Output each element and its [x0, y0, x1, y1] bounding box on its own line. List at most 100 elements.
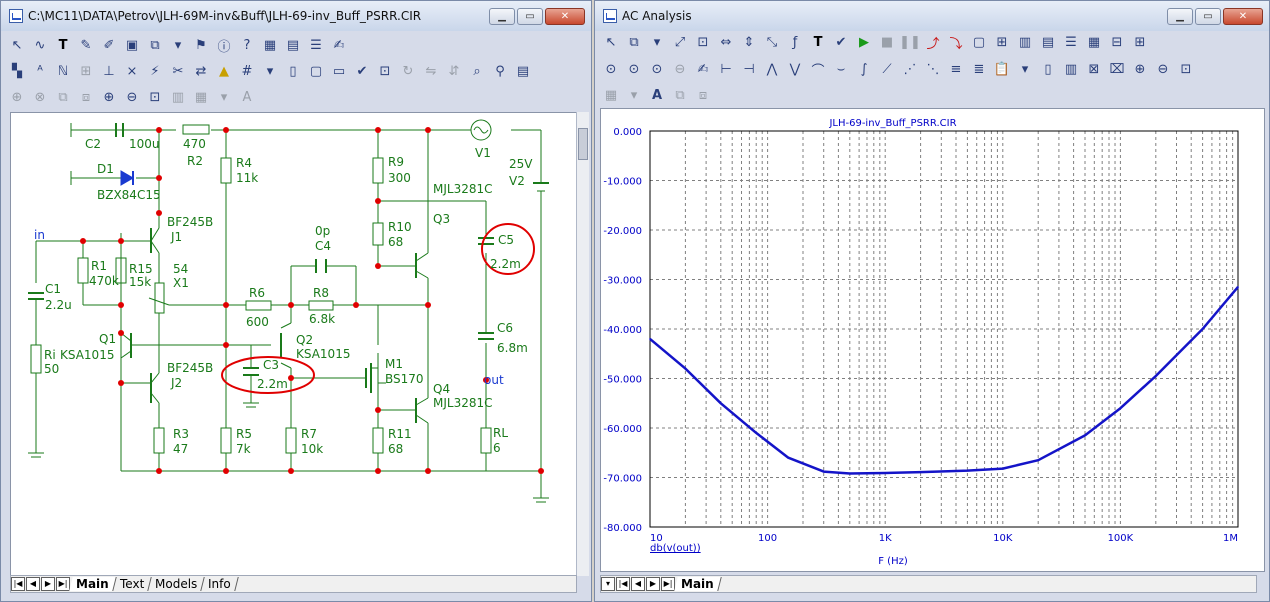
- zoom-2-icon[interactable]: ⊙: [624, 59, 644, 79]
- measure-icon[interactable]: ⊠: [1084, 59, 1104, 79]
- zoom-1-icon[interactable]: ⊙: [601, 59, 621, 79]
- paste-icon[interactable]: ⧈: [693, 85, 713, 105]
- clipboard-icon[interactable]: 📋: [992, 59, 1012, 79]
- last-page-button[interactable]: ▶|: [56, 577, 70, 591]
- scrollbar-thumb[interactable]: [578, 128, 588, 160]
- title-block-icon[interactable]: ▭: [329, 61, 349, 81]
- zoom-box-icon[interactable]: ⊡: [693, 32, 713, 52]
- table-4-icon[interactable]: ▦: [1084, 32, 1104, 52]
- top-icon[interactable]: ≡: [946, 59, 966, 79]
- expand-y-icon[interactable]: ⇕: [739, 32, 759, 52]
- node-voltage-icon[interactable]: ⇄: [191, 61, 211, 81]
- dropdown-icon[interactable]: ▾: [168, 35, 188, 55]
- first-page-button[interactable]: |◀: [11, 577, 25, 591]
- help-icon[interactable]: ?: [237, 35, 257, 55]
- zoom-in-icon[interactable]: ⊕: [1130, 59, 1150, 79]
- table-3-icon[interactable]: ☰: [1061, 32, 1081, 52]
- grid-icon[interactable]: ▦: [191, 87, 211, 107]
- properties-icon[interactable]: ✔: [831, 32, 851, 52]
- series-legend-label[interactable]: db(v(out)): [650, 543, 701, 554]
- grid-snap-icon[interactable]: ⊞: [76, 61, 96, 81]
- net-names-icon[interactable]: ℕ: [53, 61, 73, 81]
- scale-icon[interactable]: ⤢: [670, 32, 690, 52]
- brush-icon[interactable]: ✐: [99, 35, 119, 55]
- rotate-icon[interactable]: ↻: [398, 61, 418, 81]
- wire-icon[interactable]: ∿: [30, 35, 50, 55]
- dropdown-icon[interactable]: ▾: [1015, 59, 1035, 79]
- box-icon[interactable]: ▢: [969, 32, 989, 52]
- list-icon[interactable]: ☰: [306, 35, 326, 55]
- panel-icon[interactable]: ▯: [1038, 59, 1058, 79]
- next-page-button[interactable]: ▶: [646, 577, 660, 591]
- select-arrow-icon[interactable]: ↖: [601, 32, 621, 52]
- minimize-button[interactable]: ▁: [1167, 8, 1193, 25]
- grid-icon[interactable]: ▦: [601, 85, 621, 105]
- measure-2-icon[interactable]: ⌧: [1107, 59, 1127, 79]
- grid-box-icon[interactable]: ⊞: [992, 32, 1012, 52]
- dropdown-icon[interactable]: ▾: [647, 32, 667, 52]
- network-icon[interactable]: ▦: [260, 35, 280, 55]
- slope-icon[interactable]: ⟋: [877, 59, 897, 79]
- zoom-in-icon[interactable]: ⊕: [99, 87, 119, 107]
- bottom-icon[interactable]: ≣: [969, 59, 989, 79]
- pause-icon[interactable]: ❚❚: [899, 32, 921, 52]
- cursor-peak-icon[interactable]: ⤴: [923, 32, 943, 52]
- dropdown-icon[interactable]: ▾: [624, 85, 644, 105]
- dropdown-icon[interactable]: ▾: [214, 87, 234, 107]
- zoom-out-icon[interactable]: ⊖: [122, 87, 142, 107]
- maximize-button[interactable]: ▭: [517, 8, 543, 25]
- fit-icon[interactable]: ⤡: [762, 32, 782, 52]
- run-icon[interactable]: ▶: [854, 32, 874, 52]
- find-icon[interactable]: ⌕: [467, 61, 487, 81]
- zoom-3-icon[interactable]: ⊙: [647, 59, 667, 79]
- x-circle-icon[interactable]: ⊗: [30, 87, 50, 107]
- peak-icon[interactable]: ⋀: [762, 59, 782, 79]
- cursor-right-icon[interactable]: ⊣: [739, 59, 759, 79]
- print-icon[interactable]: ▥: [1061, 59, 1081, 79]
- group-icon[interactable]: ⊡: [375, 61, 395, 81]
- formula-icon[interactable]: ƒ: [785, 32, 805, 52]
- valley-icon[interactable]: ⋁: [785, 59, 805, 79]
- info-icon[interactable]: ⓘ: [214, 35, 234, 55]
- split-h-icon[interactable]: ⊟: [1107, 32, 1127, 52]
- flip-icon[interactable]: ⇋: [421, 61, 441, 81]
- copy-icon[interactable]: ⧉: [670, 85, 690, 105]
- component-icon[interactable]: ▣: [122, 35, 142, 55]
- ac-titlebar[interactable]: AC Analysis ▁ ▭ ✕: [595, 1, 1269, 31]
- border-icon[interactable]: ▢: [306, 61, 326, 81]
- close-button[interactable]: ✕: [545, 8, 585, 25]
- split-grid-icon[interactable]: ⊞: [1130, 32, 1150, 52]
- font-icon[interactable]: A: [647, 85, 667, 105]
- select-arrow-icon[interactable]: ↖: [7, 35, 27, 55]
- pen-icon[interactable]: ✎: [76, 35, 96, 55]
- cursor-valley-icon[interactable]: ⤵: [946, 32, 966, 52]
- global-low-icon[interactable]: ⋱: [923, 59, 943, 79]
- copy-icon[interactable]: ⧉: [53, 87, 73, 107]
- copy-icon[interactable]: ⧉: [624, 32, 644, 52]
- close-button[interactable]: ✕: [1223, 8, 1263, 25]
- print-icon[interactable]: ▥: [168, 87, 188, 107]
- schematic-canvas[interactable]: C2 100u 470 R2 D1 BZX84C15 R4 11k R9 300…: [10, 112, 578, 576]
- edit-icon[interactable]: ✍: [693, 59, 713, 79]
- dropdown-button[interactable]: ▾: [601, 577, 615, 591]
- first-page-button[interactable]: |◀: [616, 577, 630, 591]
- font-icon[interactable]: A: [237, 87, 257, 107]
- schematic-vertical-scrollbar[interactable]: [576, 112, 589, 576]
- layout-icon[interactable]: ▤: [513, 61, 533, 81]
- table-2-icon[interactable]: ▤: [1038, 32, 1058, 52]
- tab-models[interactable]: Models: [148, 577, 206, 591]
- high-icon[interactable]: ⌒: [808, 59, 828, 79]
- zoom-fit-icon[interactable]: ⊡: [145, 87, 165, 107]
- low-icon[interactable]: ⌣: [831, 59, 851, 79]
- tab-main[interactable]: Main: [674, 577, 722, 591]
- pin-icon[interactable]: ⊥: [99, 61, 119, 81]
- inflection-icon[interactable]: ∫: [854, 59, 874, 79]
- next-page-button[interactable]: ▶: [41, 577, 55, 591]
- zoom-out-icon[interactable]: ⊖: [1153, 59, 1173, 79]
- global-high-icon[interactable]: ⋰: [900, 59, 920, 79]
- last-page-button[interactable]: ▶|: [661, 577, 675, 591]
- plus-circle-icon[interactable]: ⊕: [7, 87, 27, 107]
- schematic-titlebar[interactable]: C:\MC11\DATA\Petrov\JLH-69M-inv&Buff\JLH…: [1, 1, 591, 31]
- binoculars-icon[interactable]: ⚲: [490, 61, 510, 81]
- attribute-text-icon[interactable]: ᴬ: [30, 61, 50, 81]
